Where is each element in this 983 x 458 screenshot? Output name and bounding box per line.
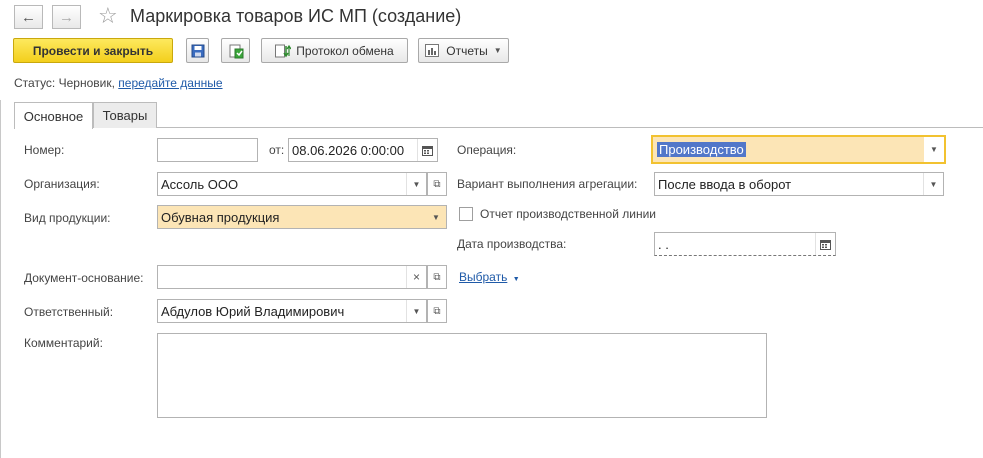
comment-label: Комментарий: xyxy=(24,336,103,350)
chevron-down-icon: ▼ xyxy=(512,276,520,283)
production-date-value: . . xyxy=(658,236,669,252)
arrow-right-icon: → xyxy=(59,8,74,26)
favorite-star-icon[interactable]: ☆ xyxy=(98,4,118,28)
date-field[interactable]: 08.06.2026 0:00:00 xyxy=(288,138,438,162)
operation-field[interactable]: Производство ▼ xyxy=(651,135,946,164)
status-line: Статус: Черновик, передайте данные xyxy=(14,76,223,90)
responsible-value: Абдулов Юрий Владимирович xyxy=(161,303,345,319)
date-value: 08.06.2026 0:00:00 xyxy=(292,142,405,158)
organization-field[interactable]: Ассоль ООО ▼ xyxy=(157,172,427,196)
status-label: Статус: xyxy=(14,76,56,90)
operation-label: Операция: xyxy=(457,143,517,157)
production-line-report-checkbox[interactable] xyxy=(459,207,473,221)
save-icon xyxy=(191,44,204,57)
tab-main-label: Основное xyxy=(23,108,84,124)
organization-label: Организация: xyxy=(24,177,100,191)
exchange-protocol-button[interactable]: Протокол обмена xyxy=(261,38,408,63)
number-field[interactable] xyxy=(157,138,258,162)
aggregation-field[interactable]: После ввода в оборот ▼ xyxy=(654,172,944,196)
tab-goods-label: Товары xyxy=(102,108,148,123)
aggregation-value: После ввода в оборот xyxy=(658,176,792,192)
product-type-value: Обувная продукция xyxy=(161,209,280,225)
chevron-down-icon[interactable]: ▼ xyxy=(406,300,426,322)
aggregation-label: Вариант выполнения агрегации: xyxy=(457,177,638,191)
back-button[interactable]: ← xyxy=(14,5,43,29)
chevron-down-icon[interactable]: ▼ xyxy=(924,137,944,162)
chevron-down-icon[interactable]: ▼ xyxy=(923,173,943,195)
save-button[interactable] xyxy=(186,38,209,63)
date-from-label: от: xyxy=(269,143,285,157)
responsible-label: Ответственный: xyxy=(24,305,114,319)
tabs-divider xyxy=(14,127,983,128)
tab-main[interactable]: Основное xyxy=(14,102,93,129)
open-window-icon: ⧉ xyxy=(433,305,441,317)
send-data-link[interactable]: передайте данные xyxy=(118,76,222,90)
post-and-close-button[interactable]: Провести и закрыть xyxy=(13,38,173,63)
reports-button[interactable]: Отчеты ▼ xyxy=(418,38,509,63)
number-label: Номер: xyxy=(24,143,65,157)
calendar-icon[interactable] xyxy=(815,233,835,255)
post-and-close-label: Провести и закрыть xyxy=(32,43,154,58)
arrow-left-icon: ← xyxy=(21,8,36,26)
reports-label: Отчеты xyxy=(446,43,488,58)
production-date-label: Дата производства: xyxy=(457,237,567,251)
product-type-field[interactable]: Обувная продукция ▼ xyxy=(157,205,447,229)
exchange-icon xyxy=(275,44,292,57)
product-type-label: Вид продукции: xyxy=(24,211,111,225)
production-date-field[interactable]: . . xyxy=(654,232,836,256)
status-value: Черновик, xyxy=(58,76,115,90)
forward-button[interactable]: → xyxy=(52,5,81,29)
open-window-icon: ⧉ xyxy=(433,271,441,283)
page-title: Маркировка товаров ИС МП (создание) xyxy=(130,6,462,26)
select-link[interactable]: Выбрать xyxy=(459,270,507,284)
calendar-icon[interactable] xyxy=(417,139,437,161)
basis-document-label: Документ-основание: xyxy=(24,271,144,285)
open-window-icon: ⧉ xyxy=(433,178,441,190)
basis-document-open-button[interactable]: ⧉ xyxy=(427,265,447,289)
exchange-protocol-label: Протокол обмена xyxy=(296,43,394,58)
production-line-report-label: Отчет производственной линии xyxy=(480,207,657,221)
left-border xyxy=(0,100,1,458)
tab-goods[interactable]: Товары xyxy=(93,102,157,128)
post-button[interactable] xyxy=(221,38,250,63)
chevron-down-icon[interactable]: ▼ xyxy=(426,206,446,228)
responsible-field[interactable]: Абдулов Юрий Владимирович ▼ xyxy=(157,299,427,323)
responsible-open-button[interactable]: ⧉ xyxy=(427,299,447,323)
select-link-container[interactable]: Выбрать ▼ xyxy=(459,270,520,284)
clear-icon[interactable]: × xyxy=(406,266,426,288)
operation-value: Производство xyxy=(657,142,746,157)
report-icon xyxy=(425,43,440,57)
organization-open-button[interactable]: ⧉ xyxy=(427,172,447,196)
organization-value: Ассоль ООО xyxy=(161,176,239,192)
chevron-down-icon[interactable]: ▼ xyxy=(406,173,426,195)
post-document-icon xyxy=(229,44,243,58)
basis-document-field[interactable]: × xyxy=(157,265,427,289)
chevron-down-icon: ▼ xyxy=(493,46,502,55)
comment-textarea[interactable] xyxy=(157,333,767,418)
